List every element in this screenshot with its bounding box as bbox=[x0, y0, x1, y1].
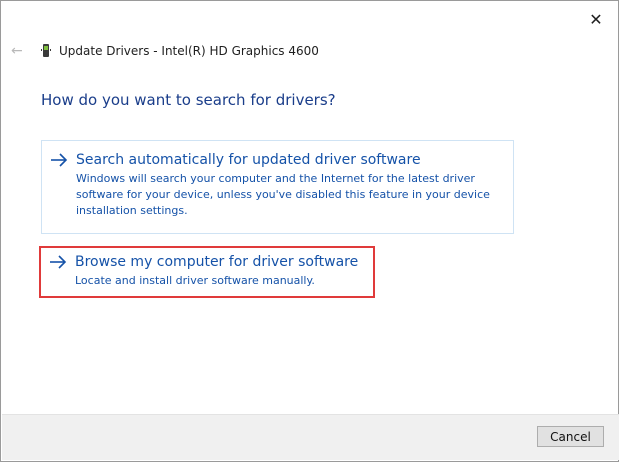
update-drivers-window: ✕ ← Update Drivers - Intel(R) HD Graphic… bbox=[0, 0, 619, 462]
display-adapter-icon bbox=[41, 43, 51, 59]
option-title: Search automatically for updated driver … bbox=[76, 152, 421, 168]
search-automatically-option[interactable]: Search automatically for updated driver … bbox=[41, 140, 514, 234]
cancel-button[interactable]: Cancel bbox=[537, 426, 604, 447]
option-title: Browse my computer for driver software bbox=[75, 254, 359, 270]
window-title: Update Drivers - Intel(R) HD Graphics 46… bbox=[59, 44, 319, 58]
option-description: Windows will search your computer and th… bbox=[76, 172, 490, 217]
arrow-right-icon bbox=[51, 153, 68, 167]
close-icon: ✕ bbox=[589, 9, 603, 29]
back-arrow-icon[interactable]: ← bbox=[11, 43, 31, 59]
page-heading: How do you want to search for drivers? bbox=[41, 91, 336, 109]
close-button[interactable]: ✕ bbox=[582, 7, 610, 31]
arrow-right-icon bbox=[50, 255, 67, 269]
window-header: ← Update Drivers - Intel(R) HD Graphics … bbox=[11, 41, 319, 61]
browse-computer-option[interactable]: Browse my computer for driver software L… bbox=[41, 247, 514, 299]
option-description: Locate and install driver software manua… bbox=[75, 274, 315, 287]
dialog-footer: Cancel bbox=[2, 414, 619, 460]
